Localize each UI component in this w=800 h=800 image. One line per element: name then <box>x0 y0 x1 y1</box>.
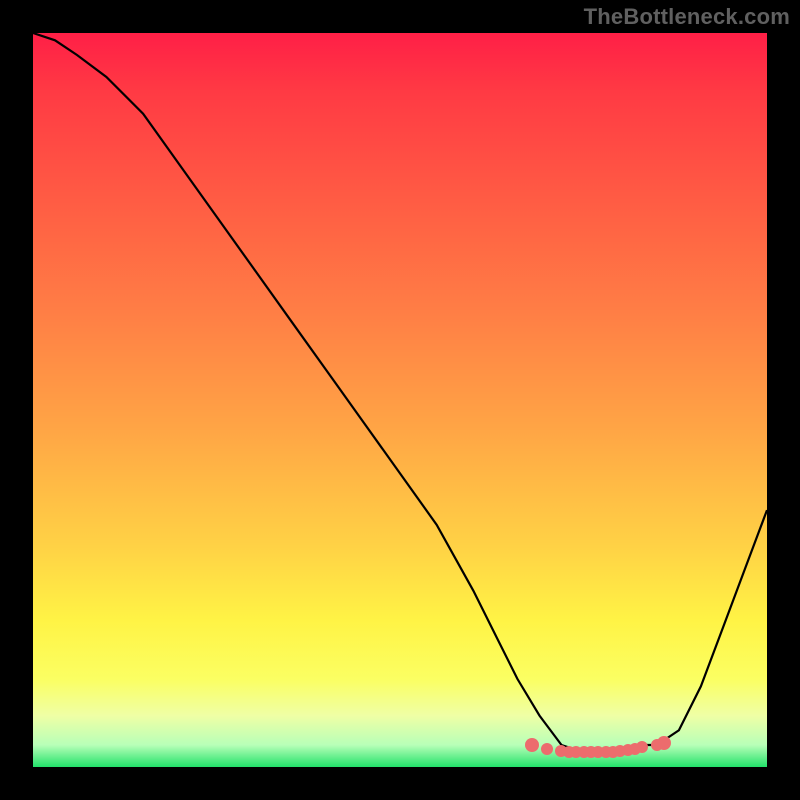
plot-area <box>33 33 767 767</box>
marker-point <box>541 743 553 755</box>
chart-container: TheBottleneck.com <box>0 0 800 800</box>
marker-point <box>636 741 648 753</box>
bottleneck-curve <box>33 33 767 767</box>
marker-point <box>657 736 671 750</box>
marker-point <box>525 738 539 752</box>
watermark-text: TheBottleneck.com <box>584 4 790 30</box>
